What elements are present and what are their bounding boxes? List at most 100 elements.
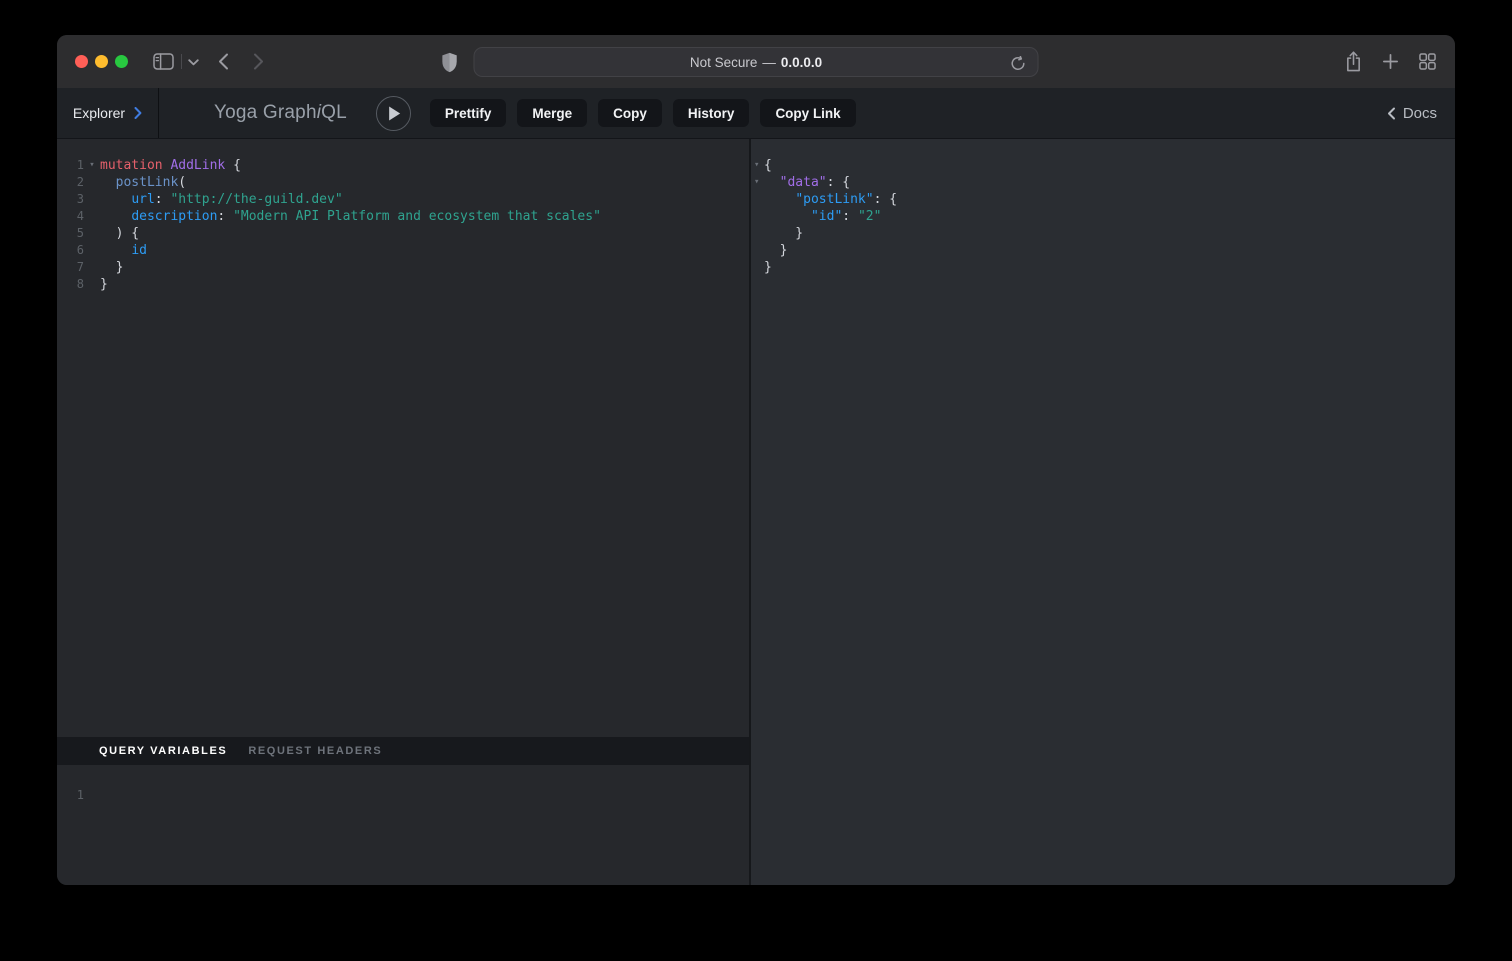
line-number: 7 [57, 259, 84, 276]
code-text: "postLink": { [764, 191, 897, 208]
code-text: id [100, 242, 147, 259]
chevron-right-icon [134, 107, 142, 119]
address-security-label: Not Secure [690, 55, 758, 70]
logo-text: Yoga Graph [214, 102, 317, 123]
code-line: 8} [57, 276, 749, 293]
fold-spacer [84, 276, 100, 293]
fold-arrow-icon[interactable]: ▾ [751, 174, 764, 191]
code-line: 3 url: "http://the-guild.dev" [57, 191, 749, 208]
query-editor[interactable]: 1▾mutation AddLink {2 postLink(3 url: "h… [57, 139, 749, 737]
fold-spacer [84, 242, 100, 259]
code-text: description: "Modern API Platform and ec… [100, 208, 601, 225]
share-icon [1345, 51, 1362, 72]
code-text: url: "http://the-guild.dev" [100, 191, 343, 208]
query-pane: 1▾mutation AddLink {2 postLink(3 url: "h… [57, 139, 749, 885]
fold-spacer [751, 208, 764, 225]
code-text: } [764, 225, 803, 242]
shield-icon [441, 52, 458, 73]
sidebar-toggle-button[interactable] [151, 51, 175, 71]
privacy-shield-button[interactable] [439, 51, 459, 73]
minimize-button[interactable] [95, 55, 108, 68]
response-viewer: ▾{▾ "data": { "postLink": { "id": "2" } … [751, 139, 1455, 276]
fold-spacer [84, 259, 100, 276]
fold-spacer [751, 191, 764, 208]
variables-editor[interactable]: 1 [57, 765, 749, 885]
request-headers-tab[interactable]: REQUEST HEADERS [248, 745, 382, 757]
fold-spacer [84, 787, 100, 804]
docs-label: Docs [1403, 105, 1437, 122]
code-line: } [751, 242, 1455, 259]
sidebar-menu-button[interactable] [186, 58, 200, 66]
play-icon [388, 106, 401, 121]
reload-icon [1011, 56, 1026, 71]
code-line: 1▾mutation AddLink { [57, 157, 749, 174]
fold-spacer [751, 242, 764, 259]
fold-spacer [84, 191, 100, 208]
code-text: } [100, 259, 123, 276]
code-line: } [751, 259, 1455, 276]
reload-button[interactable] [1011, 53, 1031, 73]
toolbar-buttons: Prettify Merge Copy History Copy Link [430, 99, 856, 127]
code-text: } [100, 276, 108, 293]
line-number: 5 [57, 225, 84, 242]
browser-chrome: Not Secure — 0.0.0.0 [57, 35, 1455, 88]
graphiql-toolbar: Explorer Yoga GraphiQL PrettifyMergeCopy… [57, 88, 1455, 139]
line-number: 6 [57, 242, 84, 259]
fold-arrow-icon[interactable]: ▾ [84, 157, 100, 174]
plus-icon [1383, 54, 1398, 69]
code-line: 2 postLink( [57, 174, 749, 191]
fold-arrow-icon[interactable]: ▾ [751, 157, 764, 174]
code-text: } [764, 259, 772, 276]
toolbar-button-merge[interactable]: Merge [517, 99, 587, 127]
toolbar-button-prettify[interactable]: Prettify [430, 99, 507, 127]
code-text: mutation AddLink { [100, 157, 241, 174]
forward-button[interactable] [247, 50, 269, 72]
share-button[interactable] [1345, 51, 1362, 72]
code-line: ▾ "data": { [751, 174, 1455, 191]
code-text: { [764, 157, 772, 174]
tab-overview-button[interactable] [1419, 53, 1436, 70]
explorer-label: Explorer [73, 105, 125, 121]
logo-text-suffix: QL [321, 102, 347, 123]
execute-button[interactable] [376, 96, 411, 131]
chrome-right-actions [1345, 49, 1436, 73]
code-text: postLink( [100, 174, 186, 191]
fold-spacer [84, 208, 100, 225]
forward-chevron-icon [253, 53, 264, 70]
fold-spacer [751, 225, 764, 242]
explorer-toggle[interactable]: Explorer [57, 88, 159, 138]
code-line: 7 } [57, 259, 749, 276]
toolbar-button-copy-link[interactable]: Copy Link [760, 99, 855, 127]
toolbar-button-history[interactable]: History [673, 99, 750, 127]
query-variables-tab[interactable]: QUERY VARIABLES [99, 745, 227, 757]
chevron-left-icon [1387, 107, 1396, 120]
code-line: "id": "2" [751, 208, 1455, 225]
safari-window: Not Secure — 0.0.0.0 [57, 35, 1455, 885]
docs-button[interactable]: Docs [1387, 105, 1437, 122]
toolbar-button-copy[interactable]: Copy [598, 99, 662, 127]
code-line: "postLink": { [751, 191, 1455, 208]
response-pane: ▾{▾ "data": { "postLink": { "id": "2" } … [751, 139, 1455, 885]
grid-icon [1419, 53, 1436, 70]
new-tab-button[interactable] [1383, 54, 1398, 69]
line-number: 3 [57, 191, 84, 208]
address-bar[interactable]: Not Secure — 0.0.0.0 [474, 47, 1039, 77]
sidebar-icon [153, 53, 174, 70]
line-number: 8 [57, 276, 84, 293]
close-button[interactable] [75, 55, 88, 68]
zoom-button[interactable] [115, 55, 128, 68]
code-line: 1 [57, 787, 749, 804]
code-text: ) { [100, 225, 139, 242]
variables-tab-bar: QUERY VARIABLES REQUEST HEADERS [57, 737, 749, 765]
code-text: "id": "2" [764, 208, 881, 225]
toolbar-separator [181, 54, 182, 69]
chevron-down-icon [188, 59, 199, 66]
line-number: 1 [57, 787, 84, 804]
back-button[interactable] [212, 50, 234, 72]
fold-spacer [84, 225, 100, 242]
code-text: } [764, 242, 787, 259]
line-number: 1 [57, 157, 84, 174]
fold-spacer [751, 259, 764, 276]
back-chevron-icon [218, 53, 229, 70]
window-controls [75, 55, 128, 68]
